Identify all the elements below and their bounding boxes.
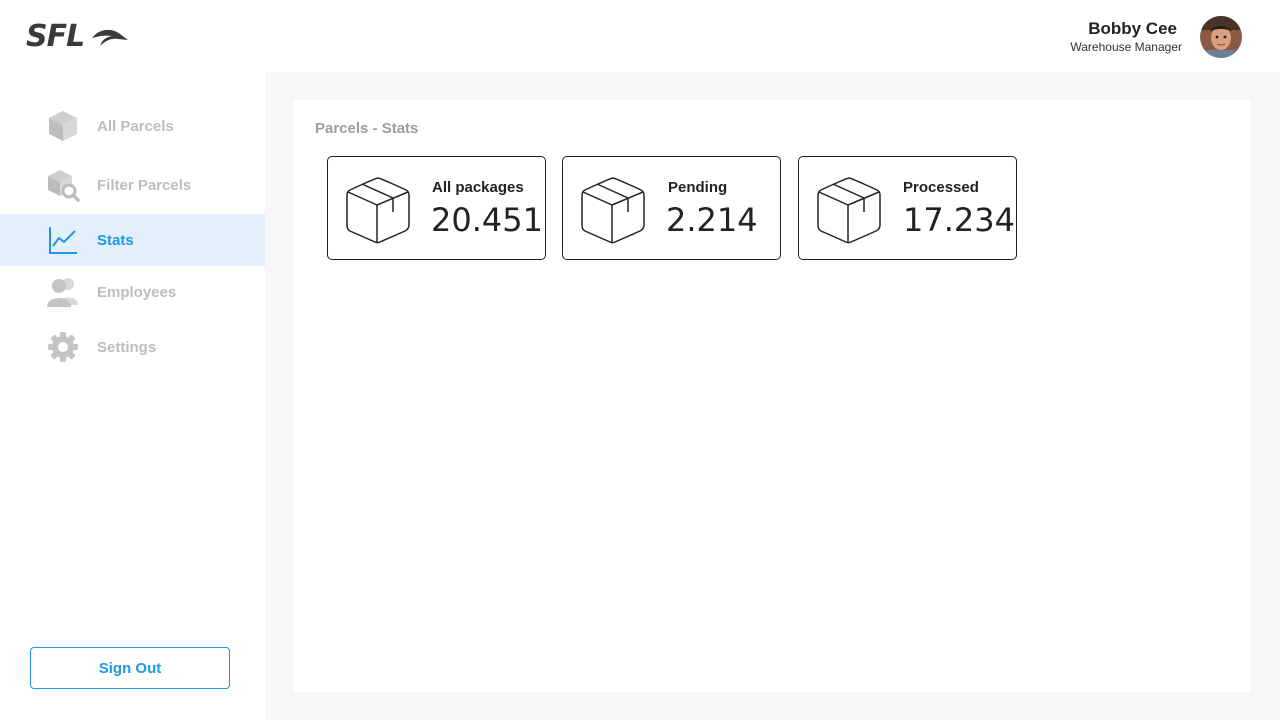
package-icon [817, 177, 881, 244]
package-icon [346, 177, 410, 244]
sidebar-item-stats[interactable]: Stats [0, 214, 265, 266]
sidebar-item-label: Employees [97, 283, 177, 301]
sign-out-button[interactable]: Sign Out [30, 647, 230, 689]
user-info: Bobby Cee Warehouse Manager [1070, 19, 1182, 55]
line-chart-icon [46, 223, 80, 257]
sidebar-item-settings[interactable]: Settings [0, 321, 265, 373]
user-name: Bobby Cee [1088, 19, 1177, 38]
user-role: Warehouse Manager [1070, 40, 1182, 54]
top-header: SFL Bobby Cee Warehouse Manager [0, 0, 1280, 72]
cube-search-icon [46, 168, 80, 202]
sidebar-item-label: Settings [97, 338, 157, 356]
brand-logo[interactable]: SFL [26, 22, 130, 52]
sidebar-item-label: Stats [97, 231, 134, 249]
stat-value: 2.214 [666, 201, 758, 239]
sidebar-item-all-parcels[interactable]: All Parcels [0, 100, 265, 152]
gear-icon [46, 330, 80, 364]
sidebar: All Parcels Filter Parcels Stats Employe… [0, 72, 265, 720]
sidebar-item-filter-parcels[interactable]: Filter Parcels [0, 159, 265, 211]
stat-label: All packages [432, 179, 524, 196]
sidebar-item-employees[interactable]: Employees [0, 266, 265, 318]
stat-label: Processed [903, 179, 979, 196]
cube-icon [46, 109, 80, 143]
avatar[interactable] [1200, 16, 1242, 58]
page-title: Parcels - Stats [315, 120, 419, 137]
logo-text: SFL [26, 19, 85, 54]
stat-card-pending[interactable]: Pending 2.214 [562, 156, 781, 260]
stat-card-processed[interactable]: Processed 17.234 [798, 156, 1017, 260]
users-icon [46, 275, 80, 309]
avatar-image [1200, 16, 1242, 58]
package-icon [581, 177, 645, 244]
bird-logo-icon [92, 29, 129, 46]
stat-value: 20.451 [431, 201, 543, 239]
stat-card-all-packages[interactable]: All packages 20.451 [327, 156, 546, 260]
sidebar-item-label: All Parcels [97, 117, 174, 135]
stat-label: Pending [668, 179, 728, 196]
stat-value: 17.234 [903, 201, 1015, 239]
stats-panel: Parcels - Stats All packages 20.451 Pend… [294, 100, 1250, 692]
sidebar-item-label: Filter Parcels [97, 176, 192, 194]
app-root: SFL Bobby Cee Warehouse Manager All Parc… [0, 0, 1280, 720]
